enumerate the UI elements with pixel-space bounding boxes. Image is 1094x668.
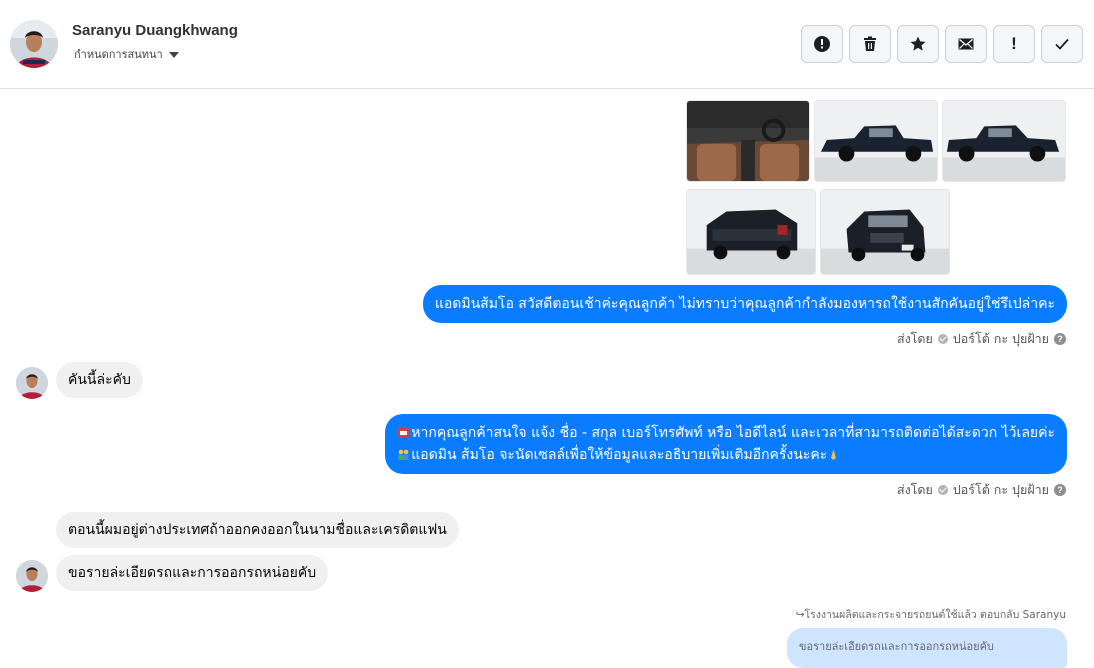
outgoing-message[interactable]: หากคุณลูกค้าสนใจ แจ้ง ชื่อ - สกุล เบอร์โ…: [385, 414, 1067, 474]
message-text-line-2: แอดมิน ส้มโอ จะนัดเซลล์เพื่อให้ข้อมูลและ…: [411, 447, 828, 463]
photo-interior[interactable]: [686, 100, 810, 182]
alert-circle-icon: [814, 36, 830, 52]
incoming-message[interactable]: ขอรายล่ะเอียดรถและการออกรถหน่อยคับ: [56, 555, 329, 591]
sent-by-label: ส่งโดย: [896, 331, 933, 346]
sent-by-label: ส่งโดย: [896, 482, 933, 497]
message-text: ขอรายล่ะเอียดรถและการออกรถหน่อยคับ: [68, 565, 317, 581]
conversation-header: Saranyu Duangkhwang กำหนดการสนทนา !: [0, 0, 1094, 89]
photo-side-view-2[interactable]: [942, 100, 1066, 182]
contact-avatar-small[interactable]: [16, 367, 48, 399]
exclamation-icon: !: [1011, 34, 1017, 53]
telephone-emoji-icon: [398, 428, 410, 437]
photo-front-view[interactable]: [820, 189, 950, 275]
message-text: ตอนนี้ผมอยู่ต่างประเทศถ้าออกคงออกในนามชื…: [68, 522, 447, 538]
photo-rear-view[interactable]: [686, 189, 816, 275]
incoming-message[interactable]: ตอนนี้ผมอยู่ต่างประเทศถ้าออกคงออกในนามชื…: [56, 512, 459, 548]
star-icon: [910, 36, 926, 51]
sender-name[interactable]: ปอร์โต้ กะ ปุยฝ้าย: [953, 480, 1049, 500]
mark-done-button[interactable]: [1041, 25, 1083, 63]
incoming-message[interactable]: คันนี้ล่ะคับ: [56, 362, 143, 398]
follow-up-button[interactable]: !: [993, 25, 1035, 63]
sent-by-info: ส่งโดย ปอร์โต้ กะ ปุยฝ้าย ?: [897, 329, 1066, 349]
assign-label: กำหนดการสนทนา: [74, 48, 163, 61]
trash-icon: [864, 36, 876, 51]
outgoing-message[interactable]: แอดมินส้มโอ สวัสดีตอนเช้าค่ะคุณลูกค้า ไม…: [422, 285, 1067, 323]
sender-name[interactable]: ปอร์โต้ กะ ปุยฝ้าย: [953, 329, 1049, 349]
people-emoji-icon: [398, 449, 409, 460]
help-icon[interactable]: ?: [1054, 484, 1066, 496]
message-text-line-1: หากคุณลูกค้าสนใจ แจ้ง ชื่อ - สกุล เบอร์โ…: [411, 425, 1055, 441]
sent-check-icon: [937, 485, 948, 495]
caret-down-icon: [168, 52, 179, 58]
delete-button[interactable]: [849, 25, 891, 63]
mark-unread-button[interactable]: [945, 25, 987, 63]
header-toolbar: !: [801, 25, 1083, 63]
sent-by-info: ส่งโดย ปอร์โต้ กะ ปุยฝ้าย ?: [897, 480, 1066, 500]
envelope-icon: [958, 38, 974, 50]
contact-avatar-small[interactable]: [16, 560, 48, 592]
assign-conversation-dropdown[interactable]: กำหนดการสนทนา: [74, 45, 179, 63]
praying-hands-emoji-icon: [831, 449, 837, 460]
help-icon[interactable]: ?: [1054, 333, 1066, 345]
message-text: คันนี้ล่ะคับ: [68, 372, 131, 388]
photo-side-view-1[interactable]: [814, 100, 938, 182]
spam-button[interactable]: [801, 25, 843, 63]
message-text: แอดมินส้มโอ สวัสดีตอนเช้าค่ะคุณลูกค้า ไม…: [434, 296, 1055, 312]
quoted-reply-message[interactable]: ขอรายล่ะเอียดรถและการออกรถหน่อยคับ: [787, 628, 1067, 668]
reply-context-note: ↪โรงงานผลิตและกระจายรถยนต์ใช้แล้ว ตอบกลั…: [795, 609, 1066, 621]
star-button[interactable]: [897, 25, 939, 63]
contact-avatar[interactable]: [10, 20, 58, 68]
sent-check-icon: [937, 334, 948, 344]
contact-name[interactable]: Saranyu Duangkhwang: [72, 22, 238, 39]
checkmark-icon: [1055, 38, 1069, 50]
